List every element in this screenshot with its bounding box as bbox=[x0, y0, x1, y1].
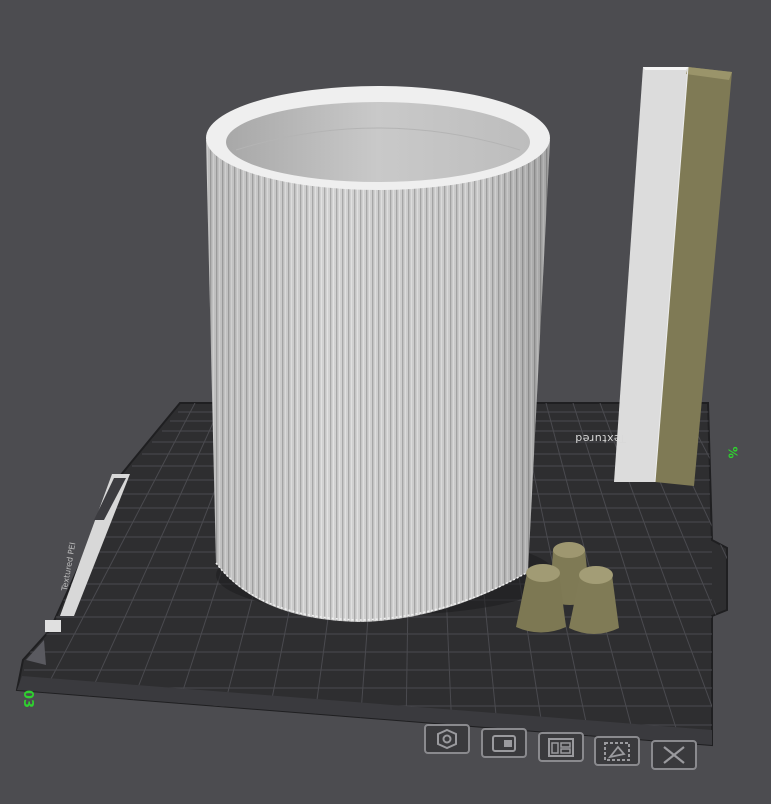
plate-number-label: 03 bbox=[20, 690, 35, 709]
bed-texture-text: Textured bbox=[574, 432, 626, 445]
3d-viewport[interactable]: Textured Textured PEI 03 % bbox=[0, 0, 771, 800]
tall-bar-model[interactable] bbox=[614, 66, 732, 486]
plate-corner-mark: % bbox=[725, 446, 740, 459]
ribbed-cup-model[interactable] bbox=[206, 86, 550, 622]
scene[interactable] bbox=[0, 0, 771, 800]
plate-import-button[interactable] bbox=[481, 728, 527, 758]
plate-arrange-button[interactable] bbox=[538, 732, 584, 762]
plate-cut-button[interactable] bbox=[594, 736, 640, 766]
plate-settings-button[interactable] bbox=[424, 724, 470, 754]
plate-delete-button[interactable] bbox=[651, 740, 697, 770]
